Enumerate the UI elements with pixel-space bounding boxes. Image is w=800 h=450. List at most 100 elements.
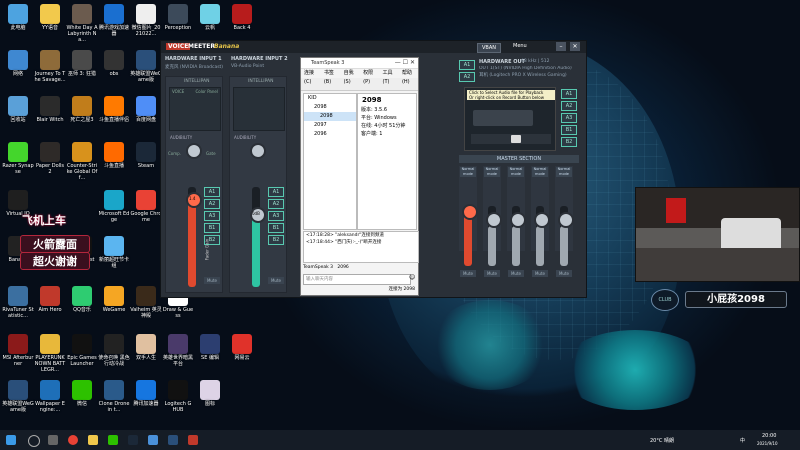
desktop-icon[interactable]: obs [98,50,130,77]
bus-a1-button[interactable]: A1 [204,187,220,197]
desktop-icon[interactable]: 斗鱼直播 [98,142,130,169]
transport-controls[interactable] [471,134,551,144]
mute-button-2[interactable]: Mute [268,277,284,284]
desktop-icon[interactable]: Journey To The Savage... [34,50,66,83]
ts-chat-input[interactable]: 输入聊天内容 [303,274,411,285]
hw-input-1-device[interactable]: 麦克风 (NVIDIA Broadcast) [165,64,223,70]
ts-channel-node[interactable]: 2097 [304,121,356,130]
ts-tab-channel[interactable]: 2096 [337,265,348,270]
hw-out-label[interactable]: HARDWARE OUT [479,59,525,65]
ts-channel-node[interactable]: 2098 [304,103,356,112]
clock-time[interactable]: 20:00 [762,433,776,439]
fader-knob-output[interactable] [462,204,478,220]
desktop-icon[interactable]: 网易云 [226,334,258,361]
minimize-button[interactable]: – [556,42,566,51]
mute-button-output[interactable]: Mute [532,270,548,277]
ts-channel-tree[interactable]: KID 2098 2098 2097 2096 [303,93,357,230]
fader-knob-output[interactable] [558,212,574,228]
normal-mode-button[interactable]: Normal mode [508,167,524,177]
close-button[interactable]: ✕ [570,42,580,51]
desktop-icon[interactable]: 此电脑 [2,4,34,31]
desktop-icon[interactable]: 回收站 [2,96,34,123]
desktop-icon[interactable]: Clone Drone in t... [98,380,130,413]
ts-menu-help[interactable]: 帮助(H) [402,69,418,85]
desktop-icon[interactable]: 斗鱼直播伴侣 [98,96,130,123]
ts-menu-self[interactable]: 自我(S) [344,69,360,85]
desktop-icon[interactable]: MSI Afterburner [2,334,34,367]
ts-user-node[interactable]: 2098 [304,112,356,121]
desktop-icon[interactable]: 腾讯游戏加速器 [98,4,130,37]
desktop-icon[interactable]: Valheim 英灵神殿 [130,286,162,319]
input-language[interactable]: 中 [740,437,745,444]
steam-taskbar-icon[interactable] [128,435,138,445]
desktop-icon[interactable]: Aim Hero [34,286,66,313]
ts-channel-node[interactable]: 2096 [304,130,356,139]
rec-a2-button[interactable]: A2 [561,101,577,111]
desktop-icon[interactable]: PLAYERUNKNOWN BATTLEGR... [34,334,66,373]
ts-tab-server[interactable]: TeamSpeak 3 [303,265,333,270]
clock-date[interactable]: 2021/9/10 [757,441,778,446]
mute-button-output[interactable]: Mute [556,270,572,277]
emoji-icon[interactable]: ☺ [409,274,417,283]
weather-widget[interactable]: 20°C 晴朗 [650,437,674,444]
desktop-icon[interactable]: 云帆 [194,4,226,31]
desktop-icon[interactable]: 死亡之屋3 [66,96,98,123]
recorder-panel[interactable]: Click to Select Audio file for Playback … [464,87,556,151]
desktop-icon[interactable]: 新丽超旺节卡组 [98,236,130,269]
desktop-icon[interactable]: 微信 [66,380,98,407]
bus-b2-button-2[interactable]: B2 [268,235,284,245]
out-a2-button[interactable]: A2 [459,72,475,82]
mute-button-1[interactable]: Mute [204,277,220,284]
normal-mode-button[interactable]: Normal mode [556,167,572,177]
app-taskbar-icon[interactable] [148,435,158,445]
out-a1-button[interactable]: A1 [459,60,475,70]
desktop-icon[interactable]: 双手人生 [130,334,162,361]
fader-knob-output[interactable] [534,212,550,228]
hw-input-1-label[interactable]: HARDWARE INPUT 1 [165,56,222,62]
rec-a1-button[interactable]: A1 [561,89,577,99]
fader-input-2[interactable] [252,187,260,287]
desktop-icon[interactable]: 英雄联盟WeGame版 [130,50,162,83]
desktop-icon[interactable]: 图标 [194,380,226,407]
intellipan-pad-2[interactable] [233,87,285,131]
desktop-icon[interactable]: Razer Synapse [2,142,34,175]
app-taskbar-icon[interactable] [188,435,198,445]
desktop-icon[interactable]: Counter-Strike Global Off... [66,142,98,181]
intellipan-pad[interactable]: VOICE Color Panel [169,87,221,131]
task-view-icon[interactable] [48,435,58,445]
desktop-icon[interactable]: Perception [162,4,194,31]
voicemeeter-titlebar[interactable]: VOICE MEETER Banana VBAN Menu – ✕ [161,41,586,53]
bus-a2-button[interactable]: A2 [204,199,220,209]
mute-button-output[interactable]: Mute [508,270,524,277]
desktop-icon[interactable]: 巫师 3: 狂猎 [66,50,98,77]
desktop-icon[interactable]: Steam [130,142,162,169]
bus-a2-button-2[interactable]: A2 [268,199,284,209]
desktop-icon[interactable]: Logitech G HUB [162,380,194,413]
app-taskbar-icon[interactable] [168,435,178,445]
bus-a3-button[interactable]: A3 [204,211,220,221]
desktop-icon[interactable]: 微信图片_2021022... [130,4,162,37]
hw-out-device-2[interactable]: 耳机 (Logitech PRO X Wireless Gaming) [479,72,584,78]
desktop-icon[interactable]: Blair Witch [34,96,66,123]
vban-button[interactable]: VBAN [477,43,501,53]
audibility-knob-2[interactable] [250,143,266,159]
desktop-icon[interactable]: RivaTuner Statistic... [2,286,34,319]
ts-menu-tools[interactable]: 工具(T) [383,69,398,85]
bus-b1-button[interactable]: B1 [204,223,220,233]
audibility-knob[interactable] [186,143,202,159]
desktop-icon[interactable]: White Day A Labyrinth Na... [66,4,98,43]
desktop-icon[interactable]: Wallpaper Engine:... [34,380,66,413]
mute-button-output[interactable]: Mute [484,270,500,277]
desktop-icon[interactable]: Google Chrome [130,190,162,223]
desktop-icon[interactable]: Back 4 [226,4,258,31]
search-icon[interactable] [28,435,40,447]
desktop-icon[interactable]: Microsoft Edge [98,190,130,223]
ts-window-controls[interactable]: — ☐ ✕ [395,58,415,68]
rec-b1-button[interactable]: B1 [561,125,577,135]
ts-titlebar[interactable]: TeamSpeak 3 — ☐ ✕ [301,58,418,69]
desktop-icon[interactable]: Epic Games Launcher [66,334,98,367]
bus-a1-button-2[interactable]: A1 [268,187,284,197]
mute-button-output[interactable]: Mute [460,270,476,277]
desktop-icon[interactable]: QQ音乐 [66,286,98,313]
normal-mode-button[interactable]: Normal mode [484,167,500,177]
